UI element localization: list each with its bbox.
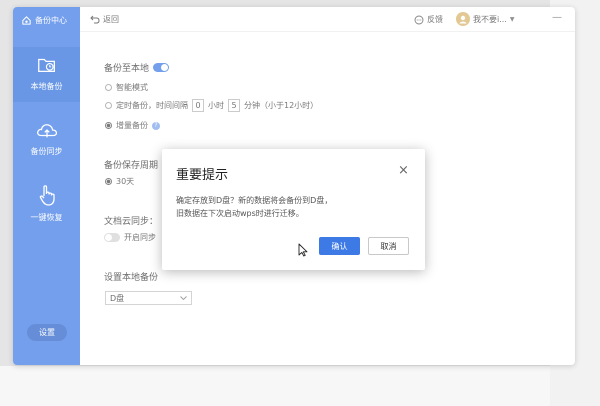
cancel-button[interactable]: 取消: [368, 237, 409, 255]
mouse-cursor-icon: [298, 243, 308, 257]
dialog-message: 确定存放到D盘？新的数据将会备份到D盘， 旧数据在下次启动wps时进行迁移。: [176, 194, 332, 220]
dialog-title: 重要提示: [176, 168, 229, 183]
important-notice-dialog: 重要提示 × 确定存放到D盘？新的数据将会备份到D盘， 旧数据在下次启动wps时…: [162, 149, 425, 270]
dialog-message-line-2: 旧数据在下次启动wps时进行迁移。: [176, 209, 304, 218]
close-icon[interactable]: ×: [398, 164, 409, 177]
dialog-message-line-1: 确定存放到D盘？新的数据将会备份到D盘，: [176, 196, 333, 205]
confirm-button[interactable]: 确认: [319, 237, 360, 255]
